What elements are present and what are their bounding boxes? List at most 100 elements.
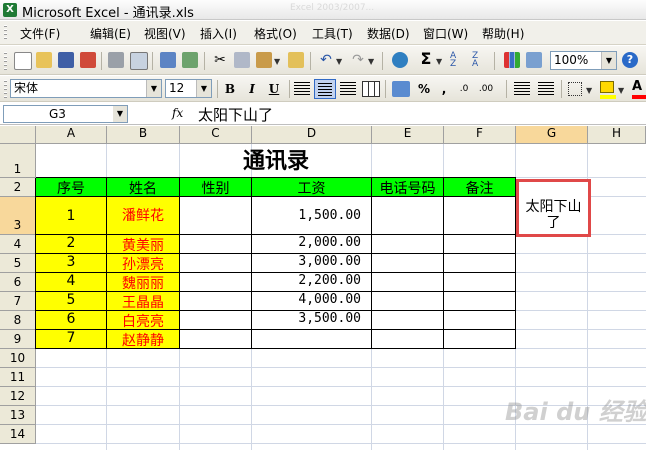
open-icon[interactable] [36,52,52,68]
phone-cell[interactable] [372,254,444,273]
column-header-b[interactable]: B [107,126,180,144]
font-size-select[interactable]: 12 ▼ [165,79,212,98]
phone-cell[interactable] [372,197,444,235]
chevron-down-icon[interactable]: ▼ [601,52,616,69]
menu-help[interactable]: 帮助(H) [482,25,524,42]
row-header[interactable]: 5 [0,254,36,273]
row-header[interactable]: 1 [0,144,36,178]
font-name-select[interactable]: 宋体 ▼ [10,79,162,98]
align-left-icon[interactable] [294,82,310,96]
help-icon[interactable]: ? [622,52,638,68]
header-cell[interactable]: 工资 [252,178,372,197]
row-header[interactable]: 12 [0,387,36,406]
new-icon[interactable] [14,52,32,70]
active-cell-g3[interactable]: 太阳下山了 [516,179,591,237]
select-all-corner[interactable] [0,126,36,144]
spelling-icon[interactable] [160,52,176,68]
menu-view[interactable]: 视图(V) [144,25,186,42]
redo-icon[interactable]: ↷ [350,52,366,68]
row-header[interactable]: 4 [0,235,36,254]
no-cell[interactable]: 4 [36,273,107,292]
salary-cell[interactable]: 1,500.00 [252,197,372,235]
name-cell[interactable]: 赵静静 [107,330,180,349]
row-header[interactable]: 9 [0,330,36,349]
sort-descending-icon[interactable]: ZA [472,52,488,69]
phone-cell[interactable] [372,311,444,330]
gender-cell[interactable] [180,197,252,235]
bold-button[interactable]: B [220,80,240,99]
phone-cell[interactable] [372,292,444,311]
chevron-down-icon[interactable]: ▼ [196,80,211,97]
format-painter-icon[interactable] [288,52,304,68]
undo-icon[interactable]: ↶ [318,52,334,68]
menu-edit[interactable]: 编辑(E) [90,25,131,42]
undo-dropdown-icon[interactable]: ▼ [336,57,342,66]
note-cell[interactable] [444,254,516,273]
paste-dropdown-icon[interactable]: ▼ [274,57,280,66]
row-header[interactable]: 8 [0,311,36,330]
cut-icon[interactable]: ✂ [212,52,228,68]
name-cell[interactable]: 黄美丽 [107,235,180,254]
row-header[interactable]: 2 [0,178,36,197]
gender-cell[interactable] [180,235,252,254]
toolbar-grip[interactable] [4,25,7,41]
increase-indent-icon[interactable] [538,82,554,96]
phone-cell[interactable] [372,330,444,349]
currency-icon[interactable] [392,81,410,97]
gender-cell[interactable] [180,292,252,311]
redo-dropdown-icon[interactable]: ▼ [368,57,374,66]
phone-cell[interactable] [372,235,444,254]
save-icon[interactable] [58,52,74,68]
no-cell[interactable]: 7 [36,330,107,349]
fill-color-icon[interactable] [600,81,614,93]
note-cell[interactable] [444,292,516,311]
drawing-icon[interactable] [526,52,542,68]
salary-cell[interactable]: 2,200.00 [252,273,372,292]
column-header-g[interactable]: G [516,126,588,144]
no-cell[interactable]: 1 [36,197,107,235]
note-cell[interactable] [444,311,516,330]
no-cell[interactable]: 2 [36,235,107,254]
menu-insert[interactable]: 插入(I) [200,25,237,42]
increase-decimal-button[interactable]: .0 [454,80,474,99]
autosum-icon[interactable]: Σ [418,51,434,67]
formula-input[interactable]: 太阳下山了 [198,104,273,125]
name-cell[interactable]: 王晶晶 [107,292,180,311]
toolbar-grip[interactable] [4,80,7,98]
salary-cell[interactable]: 3,000.00 [252,254,372,273]
note-cell[interactable] [444,330,516,349]
function-icon[interactable]: fx [172,106,183,120]
print-icon[interactable] [108,52,124,68]
chevron-down-icon[interactable]: ▼ [146,80,161,97]
row-header[interactable]: 7 [0,292,36,311]
name-cell[interactable]: 潘鲜花 [107,197,180,235]
name-box[interactable]: G3 ▼ [3,105,128,123]
zoom-select[interactable]: 100% ▼ [550,51,617,70]
borders-dropdown-icon[interactable]: ▼ [586,86,592,95]
sheet-title[interactable]: 通讯录 [36,144,516,178]
phone-cell[interactable] [372,273,444,292]
row-header[interactable]: 13 [0,406,36,425]
align-right-icon[interactable] [340,82,356,96]
row-header[interactable]: 10 [0,349,36,368]
header-cell[interactable]: 性别 [180,178,252,197]
comma-button[interactable]: , [434,80,454,99]
header-cell[interactable]: 电话号码 [372,178,444,197]
menu-tools[interactable]: 工具(T) [312,25,353,42]
menu-data[interactable]: 数据(D) [367,25,410,42]
note-cell[interactable] [444,235,516,254]
no-cell[interactable]: 5 [36,292,107,311]
fill-color-dropdown-icon[interactable]: ▼ [618,86,624,95]
salary-cell[interactable]: 4,000.00 [252,292,372,311]
menu-format[interactable]: 格式(O) [254,25,297,42]
copy-icon[interactable] [234,52,250,68]
autosum-dropdown-icon[interactable]: ▼ [436,57,442,66]
research-icon[interactable] [182,52,198,68]
menu-window[interactable]: 窗口(W) [423,25,468,42]
chart-wizard-icon[interactable] [504,52,520,68]
name-cell[interactable]: 白亮亮 [107,311,180,330]
gender-cell[interactable] [180,254,252,273]
column-header-f[interactable]: F [444,126,516,144]
underline-button[interactable]: U [264,80,284,99]
salary-cell[interactable] [252,330,372,349]
